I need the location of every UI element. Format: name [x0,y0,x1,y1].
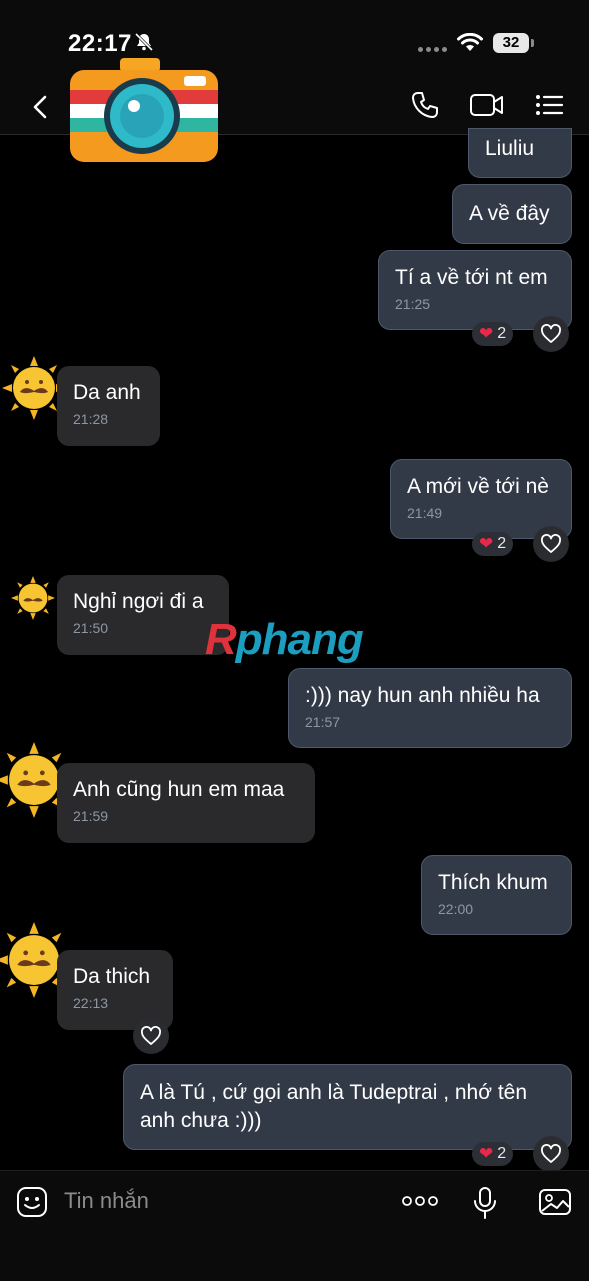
video-call-icon[interactable] [469,90,505,120]
microphone-icon[interactable] [472,1186,498,1220]
reaction-count: 2 [497,1145,507,1162]
message-text-line: A là Tú , cứ gọi anh là Tudeptrai , nhớ … [140,1081,528,1104]
reaction-count: 2 [497,535,507,552]
heart-outline-icon [141,1026,161,1045]
message-timestamp: 21:59 [73,808,109,824]
like-button[interactable] [533,316,569,352]
battery-tip [531,39,534,47]
signal-icon [418,47,447,52]
message-timestamp: 21:50 [73,620,109,636]
message-bubble-sent[interactable]: Liuliu [468,128,572,178]
heart-reaction-icon: ❤ [479,1144,494,1163]
heart-outline-icon [541,324,561,343]
message-text: Liuliu [485,137,535,160]
camera-logo-icon [70,58,218,162]
image-gallery-icon[interactable] [538,1186,572,1218]
heart-reaction-icon: ❤ [479,324,494,343]
clock: 22:17 [68,30,132,57]
reaction-count: 2 [497,325,507,342]
message-timestamp: 22:13 [73,995,109,1011]
heart-outline-icon [541,1144,561,1163]
watermark-logo: Rphang [205,615,364,664]
message-text: Da thich [73,965,151,988]
message-text: Anh cũng hun em maa [73,778,285,801]
menu-list-icon[interactable] [534,90,564,120]
message-bubble-sent[interactable]: A về đây [452,184,572,244]
message-timestamp: 21:25 [395,296,431,312]
battery-indicator: 32 [493,33,529,53]
avatar-sun-icon[interactable] [11,576,55,620]
bell-muted-icon [134,32,154,52]
message-text: A mới về tới nè [407,475,549,498]
message-bubble-sent[interactable]: Thích khum 22:00 [421,855,572,935]
message-text: Da anh [73,381,141,404]
message-timestamp: 21:57 [305,714,341,730]
sticker-smiley-icon[interactable] [16,1186,48,1218]
message-bubble-received[interactable]: Nghỉ ngơi đi a 21:50 [57,575,229,655]
message-text: Tí a về tới nt em [395,266,548,289]
message-text: Nghỉ ngơi đi a [73,590,204,613]
message-timestamp: 22:00 [438,901,474,917]
message-timestamp: 21:49 [407,505,443,521]
message-bubble-received[interactable]: Anh cũng hun em maa 21:59 [57,763,315,843]
reaction-badge[interactable]: ❤ 2 [472,532,514,556]
reaction-badge[interactable]: ❤ 2 [472,322,514,346]
message-timestamp: 21:28 [73,411,109,427]
message-composer [0,1170,589,1281]
message-text-line: anh chưa :))) [140,1109,262,1132]
heart-reaction-icon: ❤ [479,534,494,553]
phone-call-icon[interactable] [410,90,440,120]
wifi-icon [457,33,483,51]
message-bubble-sent[interactable]: :))) nay hun anh nhiều ha 21:57 [288,668,572,748]
back-arrow-icon[interactable] [30,94,50,120]
message-bubble-received[interactable]: Da anh 21:28 [57,366,160,446]
heart-outline-icon [541,534,561,553]
message-input[interactable]: Tin nhắn [64,1188,149,1214]
like-button[interactable] [533,526,569,562]
message-bubble-sent[interactable]: A là Tú , cứ gọi anh là Tudeptrai , nhớ … [123,1064,572,1150]
reaction-badge[interactable]: ❤ 2 [472,1142,514,1166]
more-options-icon[interactable] [402,1193,438,1209]
like-button[interactable] [533,1136,569,1172]
like-button[interactable] [133,1018,169,1054]
message-text: Thích khum [438,871,548,894]
message-text: :))) nay hun anh nhiều ha [305,684,540,707]
message-text: A về đây [469,202,550,225]
